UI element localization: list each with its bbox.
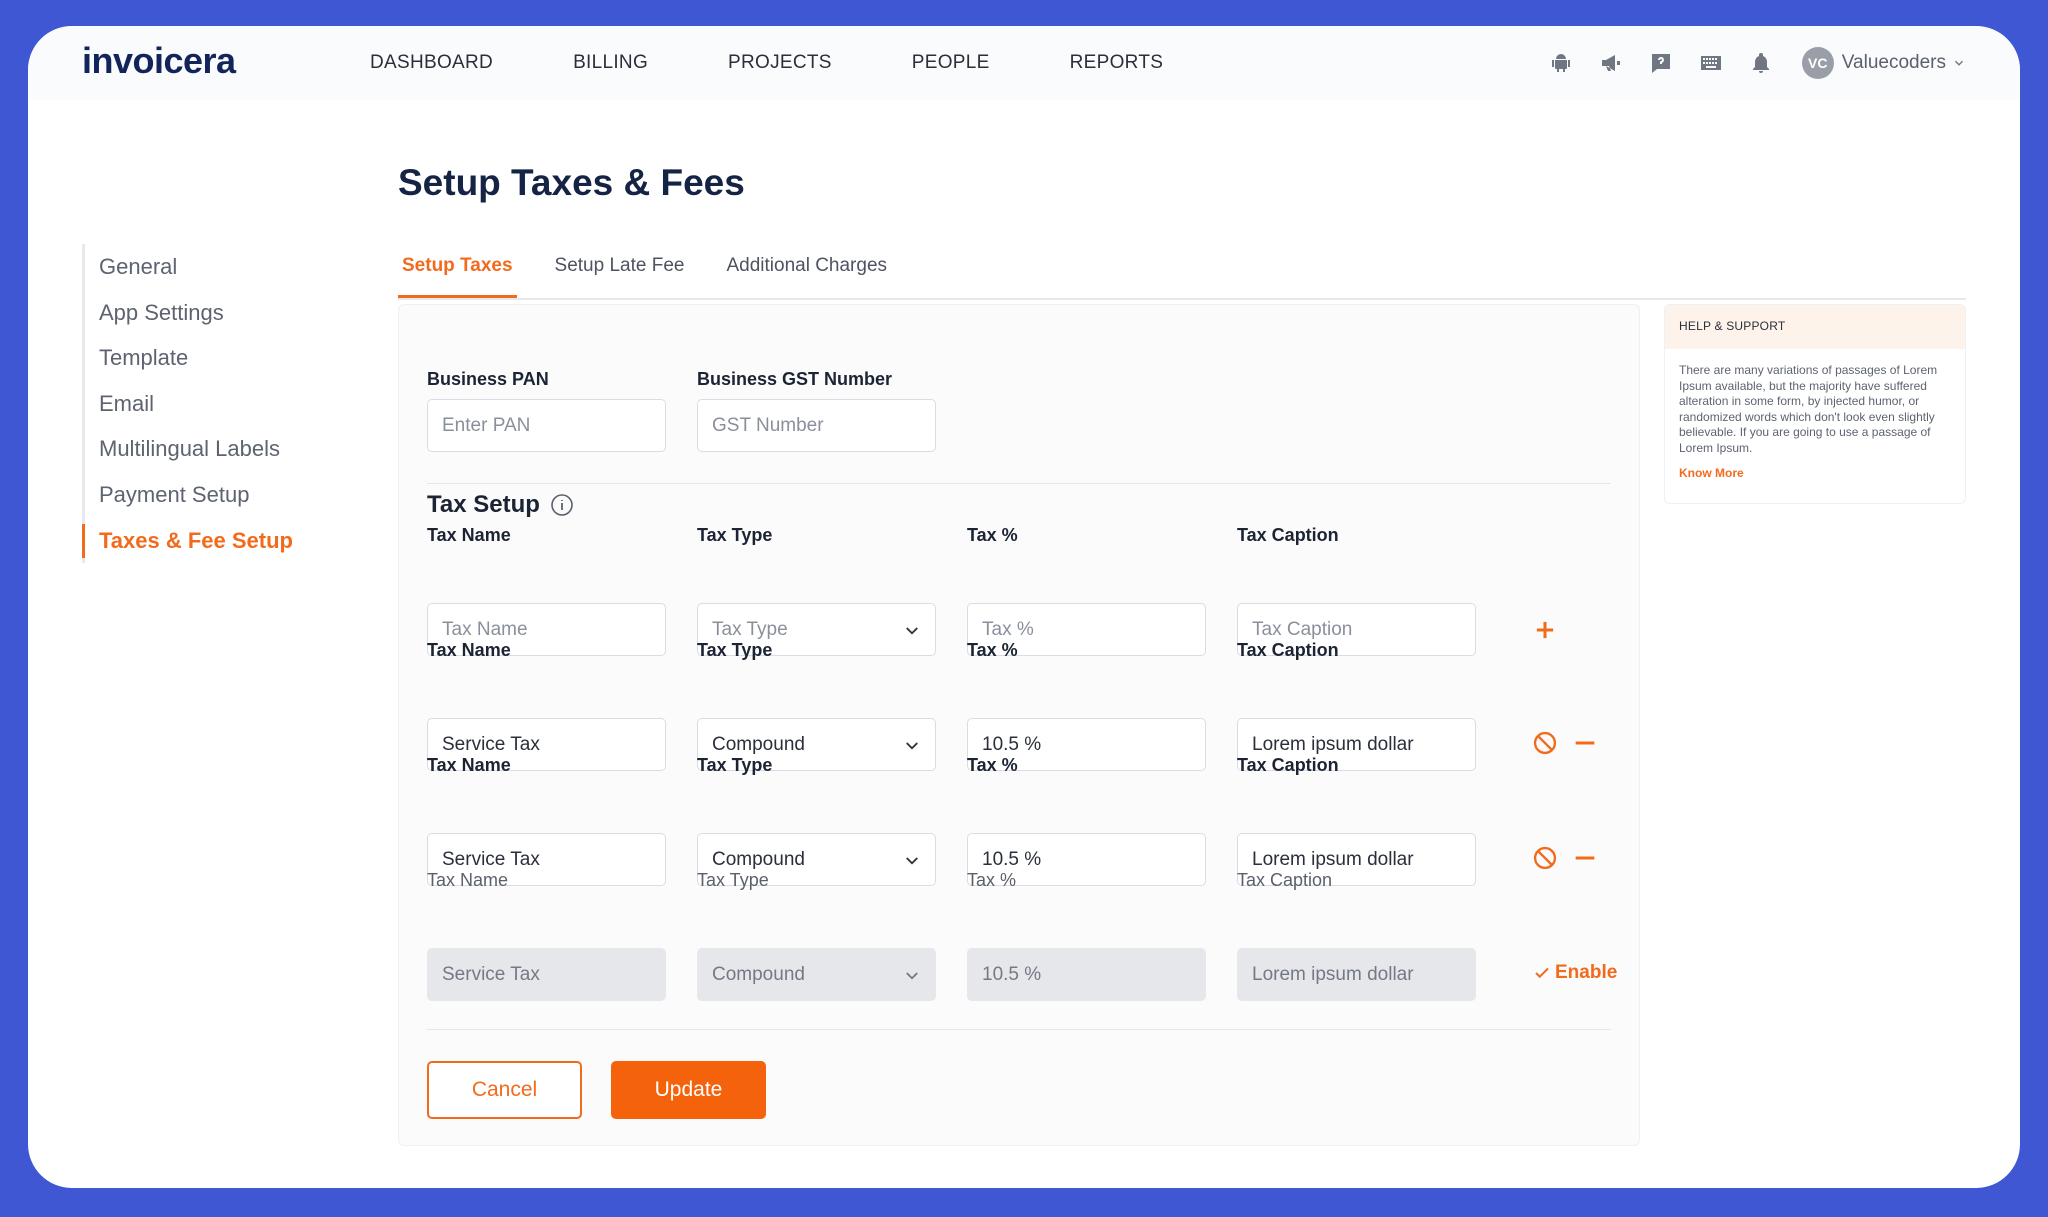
plus-icon[interactable]	[1531, 616, 1559, 644]
tax-caption-label: Tax Caption	[1237, 870, 1333, 890]
business-gst-input[interactable]: GST Number	[697, 399, 936, 452]
nav-reports[interactable]: REPORTS	[1070, 52, 1164, 74]
help-chat-icon[interactable]	[1648, 50, 1674, 76]
business-pan-label: Business PAN	[427, 369, 549, 389]
logo[interactable]: invoicera	[82, 40, 236, 82]
android-icon[interactable]	[1548, 50, 1574, 76]
tax-setup-title: Tax Setup	[427, 491, 574, 519]
minus-icon[interactable]	[1571, 729, 1599, 757]
nav-dashboard[interactable]: DASHBOARD	[370, 52, 493, 74]
chevron-down-icon	[906, 857, 918, 865]
avatar[interactable]: VC	[1801, 47, 1834, 79]
know-more-link[interactable]: Know More	[1665, 456, 1965, 490]
update-button[interactable]: Update	[611, 1061, 766, 1119]
header-tools: VC Valuecoders	[1524, 26, 1966, 100]
tab-setup-taxes[interactable]: Setup Taxes	[398, 244, 517, 298]
tax-caption-input: Lorem ipsum dollar	[1237, 948, 1476, 1001]
page-title: Setup Taxes & Fees	[398, 162, 745, 203]
chevron-down-icon	[906, 972, 918, 980]
tax-type-label: Tax Type	[697, 755, 773, 775]
bell-icon[interactable]	[1748, 50, 1774, 76]
tax-type-value: Compound	[712, 733, 805, 755]
tax-type-value: Tax Type	[712, 618, 788, 640]
sidebar-item-email[interactable]: Email	[99, 381, 293, 427]
help-title: HELP & SUPPORT	[1665, 305, 1965, 349]
tab-setup-late-fee[interactable]: Setup Late Fee	[551, 244, 689, 298]
tax-name-label: Tax Name	[427, 755, 511, 775]
settings-sidebar: General App Settings Template Email Mult…	[82, 244, 293, 564]
tax-type-label: Tax Type	[697, 640, 773, 660]
sidebar-item-app-settings[interactable]: App Settings	[99, 290, 293, 336]
info-icon[interactable]	[550, 493, 574, 517]
tax-type-label: Tax Type	[697, 870, 769, 890]
chevron-down-icon[interactable]	[1952, 56, 1966, 70]
tax-setup-title-text: Tax Setup	[427, 491, 540, 518]
business-gst-label: Business GST Number	[697, 369, 893, 389]
tax-type-value: Compound	[712, 963, 805, 985]
tax-percent-label: Tax %	[967, 755, 1018, 775]
divider	[427, 483, 1611, 484]
nav-people[interactable]: PEOPLE	[912, 52, 990, 74]
disable-icon[interactable]	[1531, 844, 1559, 872]
tax-type-value: Compound	[712, 848, 805, 870]
enable-button[interactable]: Enable	[1533, 962, 1617, 984]
tax-percent-label: Tax %	[967, 870, 1017, 890]
user-name[interactable]: Valuecoders	[1842, 52, 1946, 74]
help-support-panel: HELP & SUPPORT There are many variations…	[1664, 304, 1966, 504]
tax-name-label: Tax Name	[427, 870, 509, 890]
tax-caption-label: Tax Caption	[1237, 525, 1339, 545]
tab-bar: Setup Taxes Setup Late Fee Additional Ch…	[398, 244, 1966, 300]
tax-name-label: Tax Name	[427, 525, 511, 545]
sidebar-item-taxes-fee-setup[interactable]: Taxes & Fee Setup	[82, 518, 293, 564]
disable-icon[interactable]	[1531, 729, 1559, 757]
tax-caption-label: Tax Caption	[1237, 640, 1339, 660]
sidebar-item-general[interactable]: General	[99, 244, 293, 290]
help-body: There are many variations of passages of…	[1679, 363, 1938, 455]
tax-percent-input: 10.5 %	[967, 948, 1206, 1001]
business-pan-input[interactable]: Enter PAN	[427, 399, 666, 452]
megaphone-icon[interactable]	[1598, 50, 1624, 76]
nav-projects[interactable]: PROJECTS	[728, 52, 832, 74]
tax-name-label: Tax Name	[427, 640, 511, 660]
chevron-down-icon	[906, 627, 918, 635]
nav-billing[interactable]: BILLING	[573, 52, 648, 74]
keyboard-icon[interactable]	[1698, 50, 1724, 76]
chevron-down-icon	[906, 742, 918, 750]
sidebar-item-multilingual-labels[interactable]: Multilingual Labels	[99, 426, 293, 472]
sidebar-item-template[interactable]: Template	[99, 335, 293, 381]
top-bar: invoicera DASHBOARD BILLING PROJECTS PEO…	[28, 26, 2020, 100]
minus-icon[interactable]	[1571, 844, 1599, 872]
tax-percent-label: Tax %	[967, 640, 1018, 660]
tax-name-input: Service Tax	[427, 948, 666, 1001]
check-icon	[1535, 967, 1549, 979]
cancel-button[interactable]: Cancel	[427, 1061, 582, 1119]
tax-caption-label: Tax Caption	[1237, 755, 1339, 775]
app-window: invoicera DASHBOARD BILLING PROJECTS PEO…	[28, 26, 2020, 1188]
sidebar-item-payment-setup[interactable]: Payment Setup	[99, 472, 293, 518]
tax-type-label: Tax Type	[697, 525, 773, 545]
divider	[427, 1029, 1611, 1030]
tax-form-card: Business PAN Enter PAN Business GST Numb…	[398, 304, 1640, 1146]
enable-label: Enable	[1555, 962, 1618, 983]
main-nav: DASHBOARD BILLING PROJECTS PEOPLE REPORT…	[370, 26, 1243, 100]
tab-additional-charges[interactable]: Additional Charges	[722, 244, 891, 298]
tax-percent-label: Tax %	[967, 525, 1018, 545]
tax-type-select: Compound	[697, 948, 936, 1001]
